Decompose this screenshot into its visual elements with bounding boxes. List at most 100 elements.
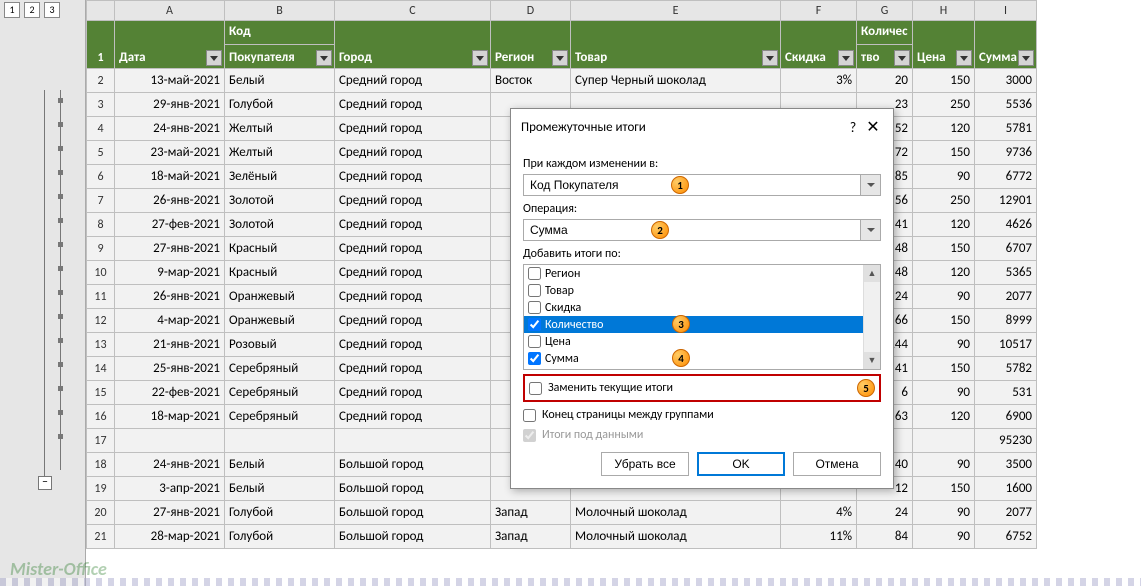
listbox-checkbox[interactable]	[528, 267, 541, 280]
col-sum[interactable]: Сумма	[975, 21, 1037, 69]
change-in-select[interactable]	[523, 174, 881, 196]
remove-all-button[interactable]: Убрать все	[601, 452, 689, 476]
cell-price[interactable]: 150	[913, 357, 975, 381]
cell-buyer[interactable]: Серебряный	[225, 405, 335, 429]
col-discount[interactable]: Скидка	[781, 21, 857, 69]
row-header[interactable]: 10	[87, 261, 115, 285]
replace-totals-checkbox[interactable]	[529, 382, 542, 395]
chevron-down-icon[interactable]	[860, 220, 880, 240]
row-header[interactable]: 18	[87, 453, 115, 477]
filter-icon[interactable]	[894, 50, 910, 66]
listbox-item[interactable]: Скидка	[524, 299, 863, 316]
cell-city[interactable]: Средний город	[335, 357, 491, 381]
cell-sum[interactable]: 10517	[975, 333, 1037, 357]
cell-buyer[interactable]: Зелёный	[225, 165, 335, 189]
scroll-up-icon[interactable]: ▲	[864, 265, 880, 282]
listbox-checkbox[interactable]	[528, 284, 541, 297]
cell-date[interactable]: 27-фев-2021	[115, 213, 225, 237]
cell-price[interactable]: 90	[913, 453, 975, 477]
row-header[interactable]: 20	[87, 501, 115, 525]
cell-date[interactable]: 21-янв-2021	[115, 333, 225, 357]
cell-price[interactable]: 150	[913, 141, 975, 165]
row-header[interactable]: 7	[87, 189, 115, 213]
ok-button[interactable]: OK	[697, 452, 785, 476]
cell-date[interactable]: 3-апр-2021	[115, 477, 225, 501]
cell-date[interactable]: 4-мар-2021	[115, 309, 225, 333]
filter-icon[interactable]	[472, 50, 488, 66]
cell-date[interactable]: 13-май-2021	[115, 69, 225, 93]
cell-qty[interactable]: 24	[857, 501, 913, 525]
cell-city[interactable]: Средний город	[335, 189, 491, 213]
row-header[interactable]: 5	[87, 141, 115, 165]
column-letter[interactable]: I	[975, 1, 1037, 21]
row-header[interactable]: 6	[87, 165, 115, 189]
cell-price[interactable]: 250	[913, 189, 975, 213]
listbox-checkbox[interactable]	[528, 318, 541, 331]
cell-price[interactable]: 90	[913, 285, 975, 309]
cell-date[interactable]: 23-май-2021	[115, 141, 225, 165]
filter-icon[interactable]	[206, 50, 222, 66]
cell-discount[interactable]: 4%	[781, 501, 857, 525]
cell-price[interactable]: 120	[913, 261, 975, 285]
cell-sum[interactable]: 5782	[975, 357, 1037, 381]
column-letter[interactable]: B	[225, 1, 335, 21]
column-letter[interactable]: C	[335, 1, 491, 21]
cell-date[interactable]: 9-мар-2021	[115, 261, 225, 285]
cell-city[interactable]: Большой город	[335, 453, 491, 477]
cell-price[interactable]: 150	[913, 237, 975, 261]
operation-select[interactable]	[523, 219, 881, 241]
cell-city[interactable]: Средний город	[335, 405, 491, 429]
cell-city[interactable]: Большой город	[335, 501, 491, 525]
filter-icon[interactable]	[316, 50, 332, 66]
row-header[interactable]: 11	[87, 285, 115, 309]
cell-sum[interactable]: 2077	[975, 501, 1037, 525]
cell-buyer[interactable]	[225, 429, 335, 453]
cell-buyer[interactable]: Золотой	[225, 213, 335, 237]
cell-region[interactable]: Запад	[491, 525, 571, 549]
listbox-item[interactable]: Регион	[524, 265, 863, 282]
cell-price[interactable]: 120	[913, 117, 975, 141]
cell-discount[interactable]: 3%	[781, 69, 857, 93]
cell-sum[interactable]: 5365	[975, 261, 1037, 285]
row-header[interactable]: 14	[87, 357, 115, 381]
cell-sum[interactable]: 5536	[975, 93, 1037, 117]
cell-city[interactable]: Средний город	[335, 381, 491, 405]
close-icon[interactable]: ✕	[863, 117, 883, 137]
pagebreak-checkbox[interactable]	[523, 409, 536, 422]
cell-buyer[interactable]: Красный	[225, 237, 335, 261]
cell-city[interactable]: Средний город	[335, 141, 491, 165]
cell-product[interactable]: Молочный шоколад	[571, 525, 781, 549]
cell-sum[interactable]: 4626	[975, 213, 1037, 237]
scroll-down-icon[interactable]: ▼	[864, 352, 880, 369]
cell-city[interactable]: Средний город	[335, 309, 491, 333]
cell-price[interactable]: 150	[913, 477, 975, 501]
column-letter[interactable]: E	[571, 1, 781, 21]
cell-qty[interactable]: 20	[857, 69, 913, 93]
cell-buyer[interactable]: Красный	[225, 261, 335, 285]
cell-city[interactable]: Средний город	[335, 69, 491, 93]
listbox-item[interactable]: Товар	[524, 282, 863, 299]
cell-date[interactable]: 25-янв-2021	[115, 357, 225, 381]
cell-city[interactable]: Средний город	[335, 117, 491, 141]
col-product[interactable]: Товар	[571, 21, 781, 69]
filter-icon[interactable]	[762, 50, 778, 66]
cell-city[interactable]: Средний город	[335, 285, 491, 309]
listbox-item[interactable]: Цена	[524, 333, 863, 350]
cell-date[interactable]: 22-фев-2021	[115, 381, 225, 405]
cell-city[interactable]: Средний город	[335, 93, 491, 117]
cell-buyer[interactable]: Белый	[225, 477, 335, 501]
cell-date[interactable]	[115, 429, 225, 453]
cell-city[interactable]: Средний город	[335, 333, 491, 357]
cell-sum[interactable]: 12901	[975, 189, 1037, 213]
row-header[interactable]: 4	[87, 117, 115, 141]
cell-date[interactable]: 24-янв-2021	[115, 453, 225, 477]
help-icon[interactable]: ?	[843, 119, 863, 136]
cell-city[interactable]: Большой город	[335, 477, 491, 501]
col-price[interactable]: Цена	[913, 21, 975, 69]
row-header[interactable]: 8	[87, 213, 115, 237]
cell-sum[interactable]: 6707	[975, 237, 1037, 261]
cell-date[interactable]: 29-янв-2021	[115, 93, 225, 117]
cell-city[interactable]	[335, 429, 491, 453]
row-header[interactable]: 1	[87, 21, 115, 69]
outline-collapse-icon[interactable]: –	[38, 476, 52, 490]
